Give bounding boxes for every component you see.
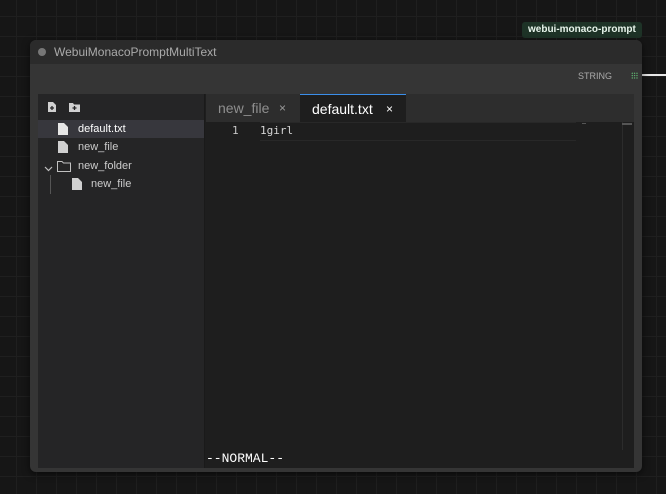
- tree-item-new-folder[interactable]: new_folder: [38, 157, 204, 175]
- new-file-icon[interactable]: [46, 100, 58, 112]
- tab-label: default.txt: [312, 101, 373, 117]
- scrollbar-thumb[interactable]: [622, 123, 632, 125]
- collapse-dot-icon[interactable]: [38, 48, 46, 56]
- close-icon[interactable]: ×: [279, 94, 286, 122]
- tree-item-label: default.txt: [78, 123, 126, 135]
- node-title: WebuiMonacoPromptMultiText: [54, 45, 217, 59]
- editor-main: new_file × default.txt × 1 1girl --NORMA…: [206, 94, 634, 468]
- tab-default-txt[interactable]: default.txt ×: [300, 94, 406, 122]
- output-label: STRING: [577, 71, 612, 81]
- minimap-marker: [582, 123, 586, 124]
- file-icon: [72, 178, 82, 196]
- code-area[interactable]: 1 1girl --NORMAL--: [206, 122, 634, 468]
- tab-bar: new_file × default.txt ×: [206, 94, 634, 122]
- tree-item-label: new_file: [91, 178, 132, 190]
- vim-mode-status: --NORMAL--: [206, 450, 634, 468]
- current-line-highlight: [260, 122, 576, 141]
- file-explorer: default.txt new_file new_folder new_file: [38, 94, 205, 468]
- tree-item-new-folder-new-file[interactable]: new_file: [38, 175, 204, 193]
- line-number: 1: [232, 124, 239, 137]
- code-line[interactable]: 1girl: [260, 124, 293, 137]
- node-header[interactable]: WebuiMonacoPromptMultiText: [30, 40, 642, 64]
- overview-ruler[interactable]: [622, 122, 623, 452]
- tree-item-label: new_folder: [78, 160, 132, 172]
- explorer-toolbar: [38, 94, 204, 118]
- output-link-wire: [642, 74, 666, 76]
- new-folder-icon[interactable]: [68, 100, 80, 112]
- monaco-editor[interactable]: default.txt new_file new_folder new_file…: [38, 94, 634, 468]
- tree-item-label: new_file: [78, 141, 119, 153]
- tree-item-new-file[interactable]: new_file: [38, 138, 204, 156]
- output-slot-icon[interactable]: [631, 72, 638, 79]
- node-panel[interactable]: WebuiMonacoPromptMultiText STRING defaul…: [30, 40, 642, 472]
- tree-item-default-txt[interactable]: default.txt: [38, 120, 204, 138]
- tab-new-file[interactable]: new_file ×: [206, 94, 300, 122]
- close-icon[interactable]: ×: [386, 95, 393, 123]
- node-type-badge: webui-monaco-prompt: [522, 22, 642, 38]
- tab-label: new_file: [218, 100, 270, 116]
